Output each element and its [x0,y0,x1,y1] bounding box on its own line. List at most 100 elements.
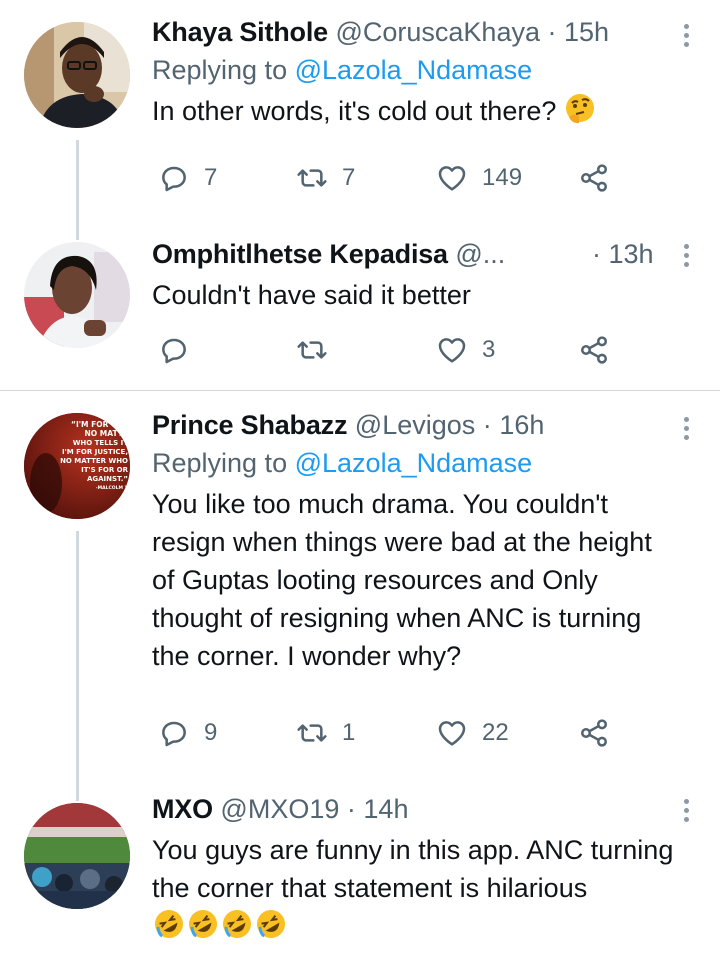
avatar[interactable] [24,242,130,348]
tweet-khaya[interactable]: Khaya Sithole @CoruscaKhaya · 15h Replyi… [0,0,720,220]
reply-icon [162,166,186,192]
reply-count: 9 [204,719,218,746]
tweet-mxo[interactable]: MXO @MXO19 · 14h You guys are funny in t… [0,781,720,956]
tweet-text: Couldn't have said it better [152,280,471,310]
retweet-button[interactable]: 7 [296,158,355,198]
heart-icon [438,721,466,746]
tweet-actions: 9 1 22 [152,713,632,753]
timestamp[interactable]: 15h [564,17,609,47]
thinking-face-icon [565,94,594,124]
tweet-text: You like too much drama. You couldn't re… [152,489,652,671]
more-options-icon[interactable] [682,799,690,826]
replying-to: Replying to @Lazola_Ndamase [152,445,680,481]
tweet-header: MXO @MXO19 · 14h [152,791,680,827]
tweet-text: You guys are funny in this app. ANC turn… [152,831,680,946]
tweet-text-body: In other words, it's cold out there? [152,96,557,126]
tweet-prince-shabazz[interactable]: “I'M FOR TRU NO MATTE WHO TELLS IT I'M F… [0,391,720,781]
avatar-quote-image: “I'M FOR TRU NO MATTE WHO TELLS IT I'M F… [24,413,130,519]
avatar-quote-line: -MALCOLM X [96,485,129,491]
retweet-button[interactable]: 1 [296,713,355,753]
separator-dot: · [592,239,601,269]
like-button[interactable]: 3 [436,330,495,370]
like-count: 22 [482,719,509,746]
rolling-laughing-icon [257,910,285,938]
separator-dot: · [547,17,557,47]
tweet-header: Khaya Sithole @CoruscaKhaya · 15h [152,14,680,50]
thread-line [76,531,79,781]
display-name[interactable]: Khaya Sithole [152,17,328,47]
user-handle[interactable]: @... [455,239,505,269]
tweet-text: In other words, it's cold out there? [152,92,680,130]
mention-link[interactable]: @Lazola_Ndamase [295,55,533,85]
avatar-quote-line: “I'M FOR TRU [71,420,128,429]
timestamp[interactable]: 14h [363,794,408,824]
retweet-button[interactable] [296,330,328,370]
more-options-icon[interactable] [682,244,690,271]
display-name[interactable]: Omphitlhetse Kepadisa [152,239,448,269]
thread-line [76,220,79,240]
retweet-icon [297,169,327,187]
avatar-photo-stadium [24,803,130,909]
tweet-omphitlhetse[interactable]: Omphitlhetse Kepadisa @... Couldn't have… [0,220,720,390]
replying-to: Replying to @Lazola_Ndamase [152,52,680,88]
avatar-quote-line: AGAINST.” [87,475,128,483]
replying-to-prefix: Replying to [152,55,288,85]
replying-to-prefix: Replying to [152,448,288,478]
avatar[interactable]: “I'M FOR TRU NO MATTE WHO TELLS IT I'M F… [24,413,130,519]
heart-icon [438,166,466,191]
avatar-photo-khaya [24,22,130,128]
avatar-photo-omphitlhetse [24,242,130,348]
avatar[interactable] [24,22,130,128]
reply-button[interactable]: 7 [158,158,217,198]
timestamp[interactable]: 13h [609,239,654,269]
heart-icon [438,338,466,363]
emoji-group [152,910,288,942]
like-button[interactable]: 22 [436,713,509,753]
tweet-text-body: You guys are funny in this app. ANC turn… [152,835,674,903]
share-icon [581,336,607,364]
rolling-laughing-icon [189,910,217,938]
share-button[interactable] [578,713,610,753]
retweet-icon [297,341,327,359]
reply-button[interactable]: 9 [158,713,217,753]
share-icon [581,164,607,192]
tweet-actions: 3 [152,330,632,370]
more-options-icon[interactable] [682,24,690,51]
avatar-quote-line: IT'S FOR OR [81,466,129,474]
more-options-icon[interactable] [682,417,690,444]
retweet-count: 7 [342,164,356,191]
reply-icon [162,338,186,364]
thread-line [76,140,79,220]
display-name[interactable]: Prince Shabazz [152,410,347,440]
avatar-quote-line: NO MATTER WHO [60,457,128,465]
rolling-laughing-icon [223,910,251,938]
reply-icon [162,721,186,747]
rolling-laughing-icon [155,910,183,938]
user-handle[interactable]: @Levigos [355,410,475,440]
avatar-quote-line: I'M FOR JUSTICE, [62,448,128,456]
retweet-icon [297,724,327,742]
retweet-count: 1 [342,719,356,746]
like-count: 149 [482,164,523,191]
separator-dot: · [482,410,492,440]
tweet-header: Prince Shabazz @Levigos · 16h [152,407,680,443]
share-button[interactable] [578,158,610,198]
reply-button[interactable] [158,330,190,370]
share-icon [581,719,607,747]
like-button[interactable]: 149 [436,158,522,198]
like-count: 3 [482,336,496,363]
mention-link[interactable]: @Lazola_Ndamase [295,448,533,478]
timestamp[interactable]: 16h [499,410,544,440]
reply-count: 7 [204,164,218,191]
avatar-quote-line: NO MATTE [85,429,128,438]
display-name[interactable]: MXO [152,794,213,824]
share-button[interactable] [578,330,610,370]
tweet-actions: 7 7 149 [152,158,632,198]
user-handle[interactable]: @CoruscaKhaya [335,17,540,47]
avatar[interactable] [24,803,130,909]
avatar-quote-line: WHO TELLS IT [73,439,129,447]
tweet-time: · 13h [592,236,654,272]
thread-line [76,781,79,801]
user-handle[interactable]: @MXO19 [220,794,339,824]
separator-dot: · [346,794,356,824]
